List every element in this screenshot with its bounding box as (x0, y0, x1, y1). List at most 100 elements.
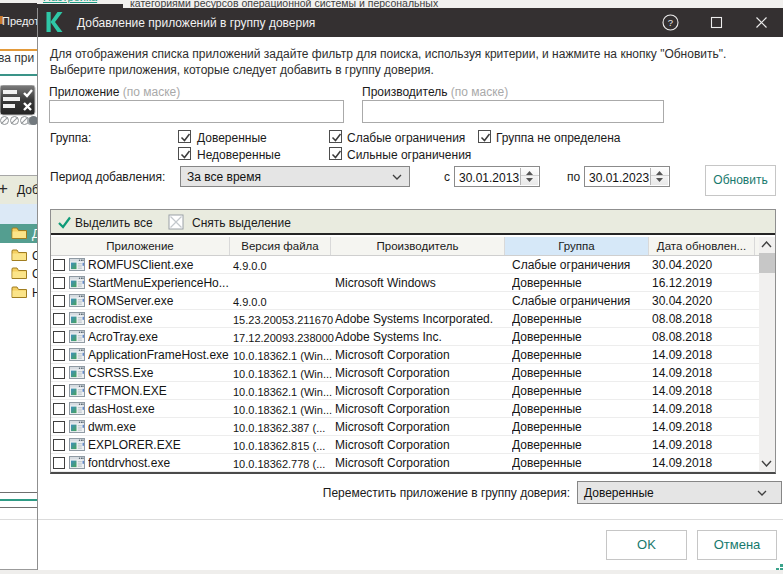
column-header-group[interactable]: Группа (505, 237, 649, 255)
row-checkbox[interactable] (53, 313, 65, 325)
period-dropdown[interactable]: За все время (180, 166, 410, 187)
spinner-up-button[interactable] (651, 168, 669, 176)
chevron-down-icon (761, 460, 772, 467)
vendor-filter-input[interactable] (362, 100, 664, 123)
cell-group: Доверенные (512, 420, 642, 434)
row-checkbox[interactable] (53, 439, 65, 451)
vertical-scrollbar[interactable] (759, 237, 775, 472)
folder-icon (11, 248, 28, 262)
cell-group: Доверенные (512, 276, 642, 290)
cell-vendor: Adobe Systems Inc. (335, 330, 509, 344)
row-checkbox[interactable] (53, 457, 65, 469)
vendor-filter-label: Производитель (по маске) (362, 85, 508, 99)
scrollbar-up-button[interactable] (759, 237, 775, 253)
table-row[interactable]: AcroTray.exe 17.12.20093.238000 Adobe Sy… (51, 328, 775, 346)
application-filter-input[interactable] (49, 100, 344, 123)
column-header-version[interactable]: Версия файла (230, 237, 331, 255)
date-from-value: 30.01.2013 (459, 171, 519, 185)
maximize-button[interactable] (707, 13, 726, 32)
table-row[interactable]: ROMServer.exe 4.9.0.0 Слабые ограничения… (51, 292, 775, 310)
help-button[interactable]: ? (661, 13, 680, 32)
table-row[interactable]: fontdrvhost.exe 10.0.18362.778 (... Micr… (51, 454, 775, 472)
dialog-titlebar[interactable]: Добавление приложений в группу доверия ? (38, 8, 783, 37)
scrollbar-thumb[interactable] (759, 253, 775, 273)
clear-selection-button[interactable]: Снять выделение (192, 216, 291, 230)
column-header-application[interactable]: Приложение (51, 237, 230, 255)
cell-version: 15.23.20053.211670 (233, 312, 336, 326)
date-from-field[interactable]: 30.01.2013 (454, 166, 540, 187)
checkbox-trusted-label[interactable]: Доверенные (197, 131, 267, 145)
checkbox-low-restricted-label[interactable]: Слабые ограничения (347, 131, 465, 145)
background-divider (0, 519, 37, 520)
add-to-trust-group-dialog: Добавление приложений в группу доверия ?… (37, 8, 783, 570)
toggle-switch[interactable] (27, 117, 37, 125)
checkbox-untrusted-label[interactable]: Недоверенные (197, 148, 281, 162)
add-button-label[interactable]: Доб (17, 183, 37, 197)
row-checkbox[interactable] (53, 259, 65, 271)
date-to-spinner[interactable] (650, 168, 668, 185)
spinner-down-button[interactable] (651, 177, 669, 185)
checkbox-group-undefined[interactable] (478, 130, 491, 143)
row-checkbox[interactable] (53, 367, 65, 379)
refresh-button[interactable]: Обновить (705, 165, 776, 196)
table-row[interactable]: ROMFUSClient.exe 4.9.0.0 Слабые ограниче… (51, 256, 775, 274)
row-checkbox[interactable] (53, 421, 65, 433)
close-button[interactable] (752, 13, 771, 32)
spinner-up-button[interactable] (521, 168, 539, 176)
scrollbar-down-button[interactable] (759, 456, 775, 472)
cancel-button[interactable]: Отмена (697, 530, 777, 560)
select-all-check-icon (57, 215, 72, 230)
tree-item[interactable]: С (0, 246, 37, 265)
table-row[interactable]: acrodist.exe 15.23.20053.211670 Adobe Sy… (51, 310, 775, 328)
column-header-date[interactable]: Дата обновлен... (649, 237, 755, 255)
checkbox-high-restricted[interactable] (329, 147, 342, 160)
cell-application: acrodist.exe (88, 312, 230, 326)
background-settings-link[interactable]: Настройка (43, 0, 97, 3)
tree-item[interactable]: С (0, 264, 37, 283)
footer-separator (38, 519, 783, 520)
row-checkbox[interactable] (53, 385, 65, 397)
cell-application: CSRSS.Exe (88, 366, 230, 380)
cell-application: StartMenuExperienceHo... (88, 276, 230, 290)
checkmark-icon (330, 148, 343, 161)
table-row[interactable]: EXPLORER.EXE 10.0.18362.815 (... Microso… (51, 436, 775, 454)
date-to-field[interactable]: 30.01.2023 (584, 166, 670, 187)
ok-button[interactable]: OK (606, 530, 687, 560)
row-checkbox[interactable] (53, 403, 65, 415)
checkbox-trusted[interactable] (178, 130, 191, 143)
row-checkbox[interactable] (53, 295, 65, 307)
application-icon (69, 420, 85, 433)
triangle-down-icon (526, 178, 533, 182)
checkbox-group-undefined-label[interactable]: Группа не определена (496, 131, 621, 145)
plus-icon[interactable]: + (0, 179, 8, 199)
spinner-down-button[interactable] (521, 177, 539, 185)
application-icon (69, 312, 85, 325)
selection-toolbar: Выделить все Снять выделение (51, 210, 775, 235)
clear-selection-icon (168, 214, 184, 230)
instructions-line1: Для отображения списка приложений задайт… (50, 46, 766, 62)
cell-version: 10.0.18362.815 (... (233, 438, 336, 452)
select-all-button[interactable]: Выделить все (75, 216, 153, 230)
table-row[interactable]: ApplicationFrameHost.exe 10.0.18362.1 (W… (51, 346, 775, 364)
table-row[interactable]: dasHost.exe 10.0.18362.1 (Win... Microso… (51, 400, 775, 418)
tree-item[interactable]: Н (0, 283, 37, 302)
checkbox-low-restricted[interactable] (329, 130, 342, 143)
application-filter-label-text: Приложение (49, 85, 119, 99)
cell-vendor: Microsoft Corporation (335, 366, 509, 380)
checkbox-high-restricted-label[interactable]: Сильные ограничения (347, 148, 471, 162)
checkbox-untrusted[interactable] (178, 147, 191, 160)
table-row[interactable]: StartMenuExperienceHo... Microsoft Windo… (51, 274, 775, 292)
cell-vendor: Adobe Systems Incorporated. (335, 312, 509, 326)
table-row[interactable]: CTFMON.EXE 10.0.18362.1 (Win... Microsof… (51, 382, 775, 400)
table-row[interactable]: CSRSS.Exe 10.0.18362.1 (Win... Microsoft… (51, 364, 775, 382)
move-to-group-dropdown[interactable]: Доверенные (577, 481, 782, 504)
row-checkbox[interactable] (53, 349, 65, 361)
date-from-spinner[interactable] (520, 168, 538, 185)
row-checkbox[interactable] (53, 331, 65, 343)
table-row[interactable]: dwm.exe 10.0.18362.387 (... Microsoft Co… (51, 418, 775, 436)
column-header-vendor[interactable]: Производитель (331, 237, 505, 255)
tree-item-selected[interactable]: Д (0, 224, 37, 243)
background-divider (0, 507, 37, 508)
row-checkbox[interactable] (53, 277, 65, 289)
cell-version (233, 276, 336, 278)
